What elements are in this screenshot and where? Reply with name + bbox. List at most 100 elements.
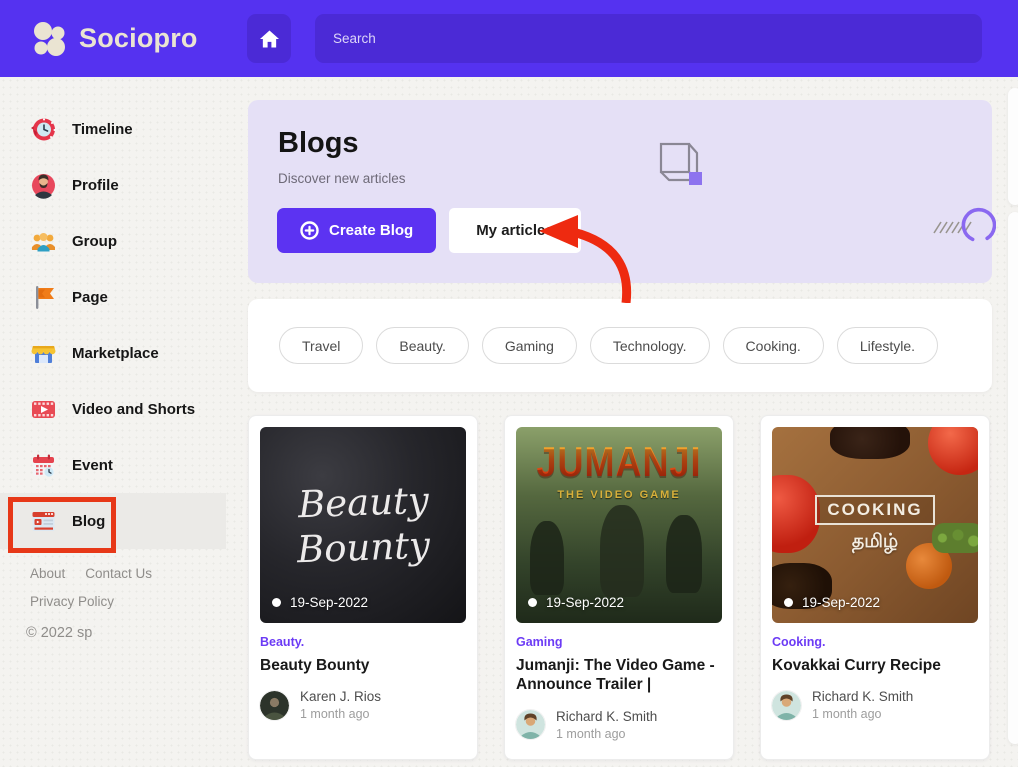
my-articles-button[interactable]: My articles [449,208,581,253]
author-name[interactable]: Richard K. Smith [556,709,657,724]
sidebar-item-event[interactable]: Event [0,437,226,493]
thumbnail-text: COOKING [815,495,934,525]
thumbnail-figure [772,475,820,553]
home-icon [260,30,279,48]
category-pill-lifestyle[interactable]: Lifestyle. [837,327,938,364]
sidebar-item-label: Marketplace [72,345,159,362]
article-card[interactable]: Beauty Bounty 19-Sep-2022 Beauty. Beauty… [248,415,478,760]
article-title[interactable]: Jumanji: The Video Game - Announce Trail… [516,656,722,695]
category-pill-travel[interactable]: Travel [279,327,363,364]
brand-name: Sociopro [79,23,198,54]
article-author-row: Richard K. Smith 1 month ago [516,709,722,741]
article-author-row: Richard K. Smith 1 month ago [772,689,978,721]
contact-us-link[interactable]: Contact Us [85,566,152,581]
sociopro-logo-icon [28,18,70,60]
author-avatar [516,710,545,739]
copyright-text: © 2022 sp [26,625,92,641]
cube-decoration-icon [651,140,705,190]
create-blog-button[interactable]: Create Blog [277,208,436,253]
sidebar-item-label: Blog [72,513,105,530]
sidebar-nav: Timeline Profile Group [0,101,248,549]
thumbnail-figure [530,521,564,595]
category-pill-technology[interactable]: Technology. [590,327,710,364]
app-header: Sociopro [0,0,1018,77]
sidebar-footer: About Contact Us Privacy Policy [30,566,152,609]
video-player-icon [30,396,57,423]
sidebar-item-label: Video and Shorts [72,401,195,418]
bullet-dot-icon [528,598,537,607]
thumbnail-figure [666,515,702,593]
squiggle-decoration [930,203,996,253]
profile-avatar-icon [30,172,57,199]
about-link[interactable]: About [30,566,65,581]
right-edge-partial-card [1008,88,1018,205]
thumbnail-figure [932,523,978,553]
article-date: 19-Sep-2022 [528,595,624,610]
sidebar-item-label: Page [72,289,108,306]
page-subtitle: Discover new articles [278,171,406,186]
home-button[interactable] [247,14,291,63]
sidebar-item-page[interactable]: Page [0,269,226,325]
search-input[interactable] [315,14,982,63]
article-thumbnail: COOKING தமிழ் 19-Sep-2022 [772,427,978,623]
article-card[interactable]: COOKING தமிழ் 19-Sep-2022 Cooking. Kovak… [760,415,990,760]
group-people-icon [30,228,57,255]
article-time-ago: 1 month ago [300,707,381,721]
thumbnail-text: Beauty [297,479,429,527]
sidebar-item-marketplace[interactable]: Marketplace [0,325,226,381]
my-articles-label: My articles [476,222,554,239]
author-avatar [260,691,289,720]
plus-circle-icon [300,221,319,240]
article-date: 19-Sep-2022 [784,595,880,610]
page-title: Blogs [278,127,359,160]
brand-logo[interactable]: Sociopro [28,0,198,77]
article-thumbnail: JUMANJI THE VIDEO GAME 19-Sep-2022 [516,427,722,623]
event-calendar-icon [30,452,57,479]
thumbnail-text: Bounty [296,524,430,572]
create-blog-label: Create Blog [329,222,413,239]
author-avatar [772,691,801,720]
thumbnail-text: JUMANJI [516,438,722,486]
thumbnail-subtext: THE VIDEO GAME [516,489,722,501]
article-date: 19-Sep-2022 [272,595,368,610]
author-name[interactable]: Richard K. Smith [812,689,913,704]
sidebar-item-group[interactable]: Group [0,213,226,269]
category-pill-cooking[interactable]: Cooking. [723,327,824,364]
thumbnail-figure [928,427,978,475]
blog-window-icon [30,508,57,535]
page-flag-icon [30,284,57,311]
article-thumbnail: Beauty Bounty 19-Sep-2022 [260,427,466,623]
category-pill-beauty[interactable]: Beauty. [376,327,468,364]
sidebar-item-label: Group [72,233,117,250]
thumbnail-figure [600,505,644,597]
sidebar-item-label: Timeline [72,121,133,138]
categories-card: Travel Beauty. Gaming Technology. Cookin… [248,299,992,392]
article-title[interactable]: Kovakkai Curry Recipe [772,656,978,675]
sidebar-item-label: Profile [72,177,119,194]
page-background: Sociopro Timeline [0,0,1018,767]
article-time-ago: 1 month ago [556,727,657,741]
bullet-dot-icon [272,598,281,607]
category-pill-gaming[interactable]: Gaming [482,327,577,364]
article-time-ago: 1 month ago [812,707,913,721]
article-title[interactable]: Beauty Bounty [260,656,466,675]
blogs-hero-card: Blogs Discover new articles Create Blog … [248,100,992,283]
sidebar-item-profile[interactable]: Profile [0,157,226,213]
right-edge-partial-card [1008,212,1018,744]
timeline-clock-icon [30,116,57,143]
article-category[interactable]: Cooking. [772,635,978,649]
privacy-policy-link[interactable]: Privacy Policy [30,594,114,609]
article-category[interactable]: Gaming [516,635,722,649]
thumbnail-figure [830,427,910,459]
sidebar-item-video-and-shorts[interactable]: Video and Shorts [0,381,226,437]
article-author-row: Karen J. Rios 1 month ago [260,689,466,721]
sidebar-item-blog[interactable]: Blog [0,493,226,549]
author-name[interactable]: Karen J. Rios [300,689,381,704]
thumbnail-subtext: தமிழ் [852,531,898,555]
sidebar-item-timeline[interactable]: Timeline [0,101,226,157]
article-category[interactable]: Beauty. [260,635,466,649]
article-card[interactable]: JUMANJI THE VIDEO GAME 19-Sep-2022 Gamin… [504,415,734,760]
sidebar-item-label: Event [72,457,113,474]
bullet-dot-icon [784,598,793,607]
marketplace-stall-icon [30,340,57,367]
